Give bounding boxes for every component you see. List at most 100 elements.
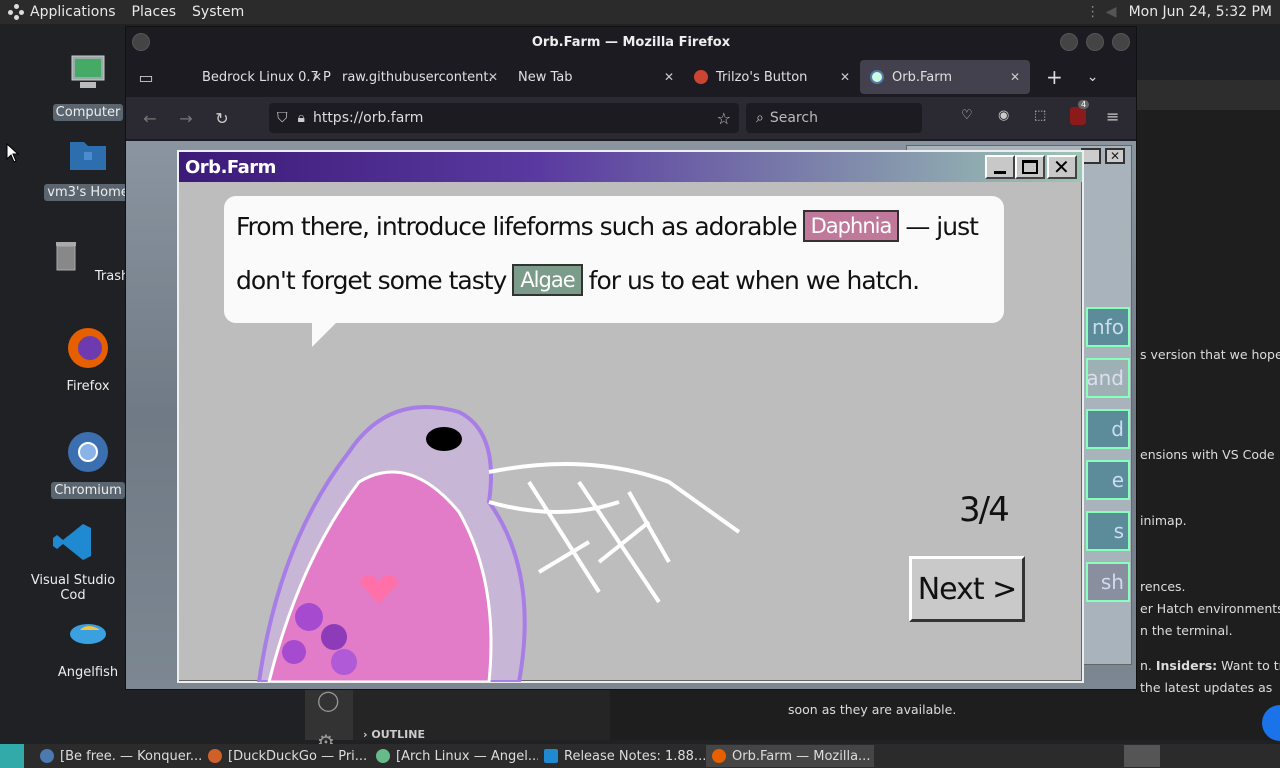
duckduckgo-browser-icon xyxy=(208,749,222,763)
url-text: https://orb.farm xyxy=(312,110,424,126)
grass-button[interactable]: s xyxy=(1086,511,1130,551)
desktop-icon-firefox[interactable]: Firefox xyxy=(43,326,133,395)
orb-close-button[interactable]: ✕ xyxy=(1047,155,1077,179)
orb-minimize-button[interactable] xyxy=(985,155,1015,179)
url-bar[interactable]: ⛉ 🔒︎ https://orb.farm ☆ xyxy=(269,103,739,133)
tab-close-icon[interactable]: ✕ xyxy=(840,70,850,84)
desktop-icon-trash[interactable]: Trash xyxy=(43,232,133,285)
tab-label: Orb.Farm xyxy=(892,69,952,85)
speech-text: — just xyxy=(905,211,979,241)
tab-close-icon[interactable]: ✕ xyxy=(1010,70,1020,84)
background-window-close-icon[interactable]: ✕ xyxy=(1105,148,1125,164)
applications-menu-icon[interactable] xyxy=(8,4,24,20)
tab-label: raw.githubusercontent. xyxy=(342,69,493,85)
account-icon[interactable]: ◯ xyxy=(317,688,339,712)
doc-line: inimap. xyxy=(1140,513,1187,528)
list-all-tabs-chevron-icon[interactable]: ⌄ xyxy=(1087,69,1099,85)
tab-close-icon[interactable]: ✕ xyxy=(664,70,674,84)
speech-text: for us to eat when we hatch. xyxy=(588,265,920,295)
show-desktop-button[interactable] xyxy=(0,744,24,768)
taskbar-item-firefox[interactable]: Orb.Farm — Mozilla... xyxy=(706,745,874,767)
back-icon[interactable]: ← xyxy=(136,104,164,132)
firefox-view-icon[interactable]: ▭ xyxy=(126,68,166,87)
desktop-icon-angelfish[interactable]: Angelfish xyxy=(43,612,133,681)
taskbar-item-label: Release Notes: 1.88.... xyxy=(564,748,706,764)
info-button[interactable]: nfo xyxy=(1086,307,1130,347)
doc-line: the latest updates as xyxy=(1140,680,1273,695)
reload-icon[interactable]: ↻ xyxy=(208,104,236,132)
tab-raw-github[interactable]: raw.githubusercontent. ✕ xyxy=(332,60,508,94)
app-menu-hamburger-icon[interactable]: ≡ xyxy=(1106,107,1119,126)
doc-line: n. Insiders: Want to try xyxy=(1140,658,1280,673)
speech-line-1: From there, introduce lifeforms such as … xyxy=(236,210,979,242)
desktop-icon-home[interactable]: vm3's Home xyxy=(43,132,133,201)
desktop-icon-label: Firefox xyxy=(66,379,110,394)
taskbar-item-vscode[interactable]: Release Notes: 1.88.... xyxy=(538,745,706,767)
lock-icon[interactable]: 🔒︎ xyxy=(298,110,305,126)
behind-button-label: d xyxy=(1111,417,1124,441)
tab-label: New Tab xyxy=(518,69,573,85)
maximize-button[interactable] xyxy=(1086,33,1104,51)
taskbar-item-angelfish[interactable]: [Arch Linux — Angel... xyxy=(370,745,538,767)
behind-button-label: sh xyxy=(1100,570,1124,594)
tab-bedrock[interactable]: Bedrock Linux 0.7 P ✕ xyxy=(166,60,332,94)
clock[interactable]: Mon Jun 24, 5:32 PM xyxy=(1129,4,1272,20)
search-bar[interactable]: ⌕ Search xyxy=(746,103,922,133)
maximize-icon xyxy=(1022,160,1038,174)
volume-icon[interactable]: ◀ xyxy=(1106,4,1117,20)
window-menu-button[interactable] xyxy=(132,33,150,51)
top-panel: Applications Places System ⋮ ◀ Mon Jun 2… xyxy=(0,0,1280,24)
outline-label: OUTLINE xyxy=(371,728,425,741)
behind-button-label: e xyxy=(1111,468,1124,492)
extensions-puzzle-icon[interactable]: ⬚ xyxy=(1034,108,1046,123)
minimize-icon xyxy=(994,171,1006,174)
desktop-icon-vscode[interactable]: Visual Studio Cod xyxy=(18,520,128,604)
algae-button[interactable]: e xyxy=(1086,460,1130,500)
overflow-dots-icon[interactable]: ⋮ xyxy=(1086,4,1100,20)
bookmark-star-icon[interactable]: ☆ xyxy=(717,109,731,128)
next-button[interactable]: Next > xyxy=(909,556,1025,622)
tab-close-icon[interactable]: ✕ xyxy=(312,70,322,84)
workspace-switcher[interactable] xyxy=(1124,745,1160,767)
computer-icon xyxy=(71,55,105,88)
tab-trilzo[interactable]: Trilzo's Button ✕ xyxy=(684,60,860,94)
tab-orb-farm[interactable]: Orb.Farm ✕ xyxy=(860,60,1030,94)
ublock-origin-icon[interactable] xyxy=(1070,107,1086,125)
sediment-button[interactable]: d xyxy=(1086,409,1130,449)
close-button[interactable] xyxy=(1112,33,1130,51)
daphnia-chip[interactable]: Daphnia xyxy=(802,210,900,242)
taskbar-item-duckduckgo[interactable]: [DuckDuckGo — Pri... xyxy=(202,745,370,767)
orb-maximize-button[interactable] xyxy=(1015,155,1045,179)
system-menu[interactable]: System xyxy=(184,4,252,20)
tracking-protection-shield-icon[interactable]: ⛉ xyxy=(277,110,288,126)
applications-menu[interactable]: Applications xyxy=(28,4,124,20)
sand-button[interactable]: and xyxy=(1086,358,1130,398)
algae-chip[interactable]: Algae xyxy=(512,264,583,296)
fish-button[interactable]: sh xyxy=(1086,562,1130,602)
taskbar-item-label: Orb.Farm — Mozilla... xyxy=(732,748,871,764)
minimize-button[interactable] xyxy=(1060,33,1078,51)
behind-button-label: and xyxy=(1086,366,1124,390)
taskbar-item-konqueror[interactable]: [Be free. — Konquer... xyxy=(34,745,202,767)
vscode-icon xyxy=(544,749,558,763)
window-title: Orb.Farm — Mozilla Firefox xyxy=(531,34,731,50)
close-icon: ✕ xyxy=(1053,155,1070,179)
tab-new-tab[interactable]: New Tab ✕ xyxy=(508,60,684,94)
account-icon[interactable]: ◉ xyxy=(998,108,1009,123)
doc-line-text: Want to try xyxy=(1221,658,1280,673)
home-folder-icon xyxy=(70,142,106,170)
forward-icon[interactable]: → xyxy=(172,104,200,132)
tab-close-icon[interactable]: ✕ xyxy=(488,70,498,84)
new-tab-plus-icon[interactable]: + xyxy=(1046,65,1063,89)
taskbar-item-label: [Be free. — Konquer... xyxy=(60,748,202,764)
doc-line-prefix: n. xyxy=(1140,658,1156,673)
desktop-icon-computer[interactable]: Computer xyxy=(43,52,133,121)
places-menu[interactable]: Places xyxy=(124,4,185,20)
background-window-restore-icon[interactable] xyxy=(1081,148,1101,164)
speech-line-2: don't forget some tasty Algae for us to … xyxy=(236,264,920,296)
step-counter: 3/4 xyxy=(959,490,1010,530)
search-icon: ⌕ xyxy=(756,110,764,126)
pocket-icon[interactable]: ♡ xyxy=(961,108,973,123)
desktop-icon-label: Chromium xyxy=(51,482,125,499)
outline-section[interactable]: › OUTLINE xyxy=(363,728,425,741)
